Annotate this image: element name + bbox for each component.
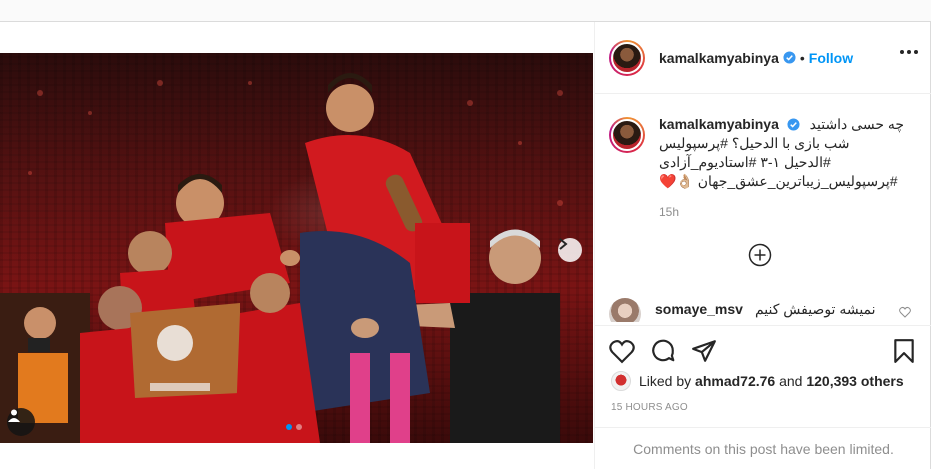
caption-line: شب بازی با الدحیل؟ #پرسپولیس [659, 135, 850, 151]
likes-summary: Liked by ahmad72.76 and 120,393 others [611, 371, 904, 391]
author-username[interactable]: kamalkamyabinya [659, 50, 779, 66]
liker-username[interactable]: ahmad72.76 [695, 373, 775, 389]
more-options-icon[interactable] [900, 50, 918, 54]
follow-button[interactable]: Follow [809, 50, 853, 66]
action-bar [595, 325, 931, 373]
post-details-panel: kamalkamyabinya • Follow kamalkamyabinya… [594, 22, 931, 469]
post-photo[interactable] [0, 53, 593, 443]
header-separator: • [799, 49, 805, 66]
caption-line: چه حسی داشتید [809, 116, 905, 132]
carousel-dot-active [286, 424, 292, 430]
comment-like-icon[interactable] [899, 306, 911, 318]
caption-username[interactable]: kamalkamyabinya [659, 116, 779, 132]
comment-icon[interactable] [650, 338, 676, 364]
likes-count[interactable]: 120,393 others [806, 373, 903, 389]
post-header: kamalkamyabinya • Follow [595, 22, 931, 94]
caption-avatar[interactable] [609, 117, 645, 153]
comments-limited-notice: Comments on this post have been limited. [595, 427, 931, 469]
save-icon[interactable] [891, 338, 917, 364]
carousel-dot [296, 424, 302, 430]
instagram-post: kamalkamyabinya • Follow kamalkamyabinya… [0, 21, 931, 469]
tagged-users-icon[interactable] [7, 408, 35, 436]
verified-icon [787, 118, 800, 131]
caption-line: #پرسپولیس_زیباترین_عشق_جهان 👌🏼❤️ [659, 173, 898, 189]
like-icon[interactable] [609, 338, 635, 364]
post-timestamp[interactable]: 15 HOURS AGO [611, 402, 688, 413]
verified-icon [783, 51, 796, 64]
comment-row: somaye_msv نمیشه توصیفش کنیم [609, 296, 919, 322]
next-arrow-icon[interactable] [558, 238, 582, 262]
celebration-illustration [0, 73, 563, 443]
likes-prefix: Liked by [639, 373, 692, 389]
author-avatar[interactable] [609, 39, 645, 76]
commenter-username[interactable]: somaye_msv [655, 301, 743, 317]
liker-avatar[interactable] [611, 371, 631, 391]
add-comment-icon[interactable] [748, 243, 772, 267]
likes-conjunction: and [779, 373, 803, 389]
post-caption: kamalkamyabinya چه حسی داشتید شب بازی با… [609, 115, 919, 222]
commenter-avatar[interactable] [609, 298, 641, 322]
carousel-indicator [286, 424, 302, 430]
comment-text: نمیشه توصیفش کنیم [754, 300, 876, 317]
share-icon[interactable] [691, 338, 717, 364]
caption-line: #الدحیل ۱-۳ #استادیوم_آزادی [659, 154, 831, 170]
caption-time[interactable]: 15h [659, 203, 904, 222]
